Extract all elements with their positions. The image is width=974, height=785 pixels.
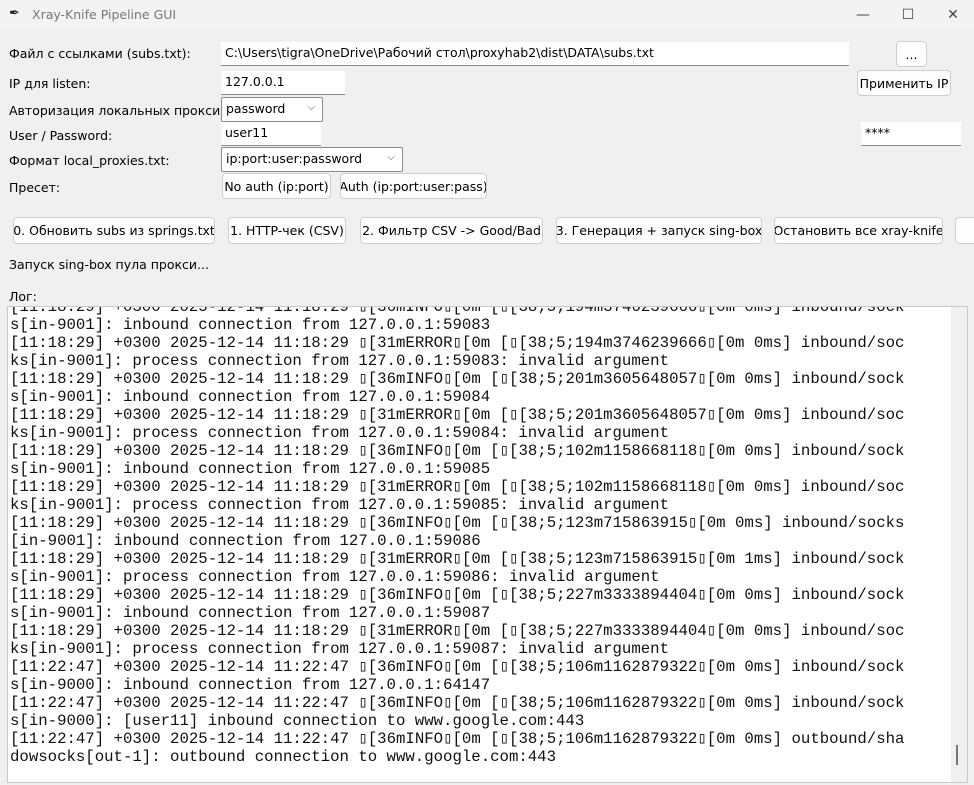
auth-select-value: password [226, 101, 286, 116]
log-scrollbar[interactable] [951, 307, 967, 782]
browse-button[interactable]: ... [896, 41, 927, 67]
log-line: [11:18:29] +0300 2025-12-14 11:18:29 ▯[3… [10, 622, 905, 640]
status-text: Запуск sing-box пула прокси... [9, 257, 209, 272]
feather-app-icon: ✒ [9, 6, 20, 21]
preset-label: Пресет: [9, 180, 61, 195]
log-line: [11:18:29] +0300 2025-12-14 11:18:29 ▯[3… [10, 306, 905, 316]
ip-label: IP для listen: [9, 76, 91, 91]
log-line: s[in-9001]: inbound connection from 127.… [10, 388, 491, 406]
window-title: Xray-Knife Pipeline GUI [32, 7, 177, 22]
apply-ip-button[interactable]: Применить IP [857, 70, 951, 96]
log-line: ks[in-9001]: process connection from 127… [10, 352, 669, 370]
log-line: [11:18:29] +0300 2025-12-14 11:18:29 ▯[3… [10, 406, 905, 424]
chevron-down-icon: ⌵ [307, 102, 315, 113]
user-input[interactable]: user11 [221, 122, 321, 146]
http-check-button[interactable]: 1. HTTP-чек (CSV) [228, 217, 346, 244]
log-line: s[in-9001]: inbound connection from 127.… [10, 460, 491, 478]
log-line: ks[in-9001]: process connection from 127… [10, 496, 669, 514]
format-label: Формат local_proxies.txt: [9, 153, 170, 168]
format-select[interactable]: ip:port:user:password ⌵ [221, 147, 403, 172]
log-line: [11:22:47] +0300 2025-12-14 11:22:47 ▯[3… [10, 694, 905, 712]
log-line: [11:18:29] +0300 2025-12-14 11:18:29 ▯[3… [10, 586, 905, 604]
user-password-label: User / Password: [9, 128, 113, 143]
log-line: ks[in-9001]: process connection from 127… [10, 640, 669, 658]
update-subs-button[interactable]: 0. Обновить subs из springs.txt [13, 217, 215, 244]
log-line: [11:18:29] +0300 2025-12-14 11:18:29 ▯[3… [10, 370, 905, 388]
log-line: s[in-9001]: inbound connection from 127.… [10, 604, 491, 622]
log-line: [11:18:29] +0300 2025-12-14 11:18:29 ▯[3… [10, 550, 905, 568]
log-label: Лог: [9, 289, 37, 304]
log-textarea[interactable]: [11:18:29] +0300 2025-12-14 11:18:29 ▯[3… [7, 306, 968, 783]
log-line: s[in-9000]: inbound connection from 127.… [10, 676, 491, 694]
log-line: dowsocks[out-1]: outbound connection to … [10, 748, 557, 766]
log-line: ks[in-9001]: process connection from 127… [10, 424, 669, 442]
stop-xray-button[interactable]: Остановить все xray-knife [774, 217, 943, 244]
auth-select[interactable]: password ⌵ [221, 97, 323, 122]
filter-csv-button[interactable]: 2. Фильтр CSV -> Good/Bad [360, 217, 543, 244]
log-line: [11:22:47] +0300 2025-12-14 11:22:47 ▯[3… [10, 658, 905, 676]
log-line: [11:18:29] +0300 2025-12-14 11:18:29 ▯[3… [10, 478, 905, 496]
chevron-down-icon: ⌵ [387, 152, 395, 163]
log-line: [11:22:47] +0300 2025-12-14 11:22:47 ▯[3… [10, 730, 905, 748]
minimize-button[interactable]: — [840, 0, 886, 29]
preset-auth-button[interactable]: Auth (ip:port:user:pass) [340, 173, 487, 199]
preset-noauth-button[interactable]: No auth (ip:port) [222, 173, 331, 199]
format-select-value: ip:port:user:password [226, 151, 363, 166]
overflow-button[interactable] [955, 217, 974, 244]
ip-input[interactable]: 127.0.0.1 [221, 71, 345, 95]
log-line: [11:18:29] +0300 2025-12-14 11:18:29 ▯[3… [10, 334, 905, 352]
log-line: [11:18:29] +0300 2025-12-14 11:18:29 ▯[3… [10, 442, 905, 460]
password-input[interactable]: **** [861, 122, 961, 146]
log-line: s[in-9001]: process connection from 127.… [10, 568, 660, 586]
generate-run-button[interactable]: 3. Генерация + запуск sing-box [556, 217, 762, 244]
subs-file-input[interactable]: C:\Users\tigra\OneDrive\Рабочий стол\pro… [221, 42, 849, 66]
close-button[interactable]: ✕ [930, 0, 974, 29]
log-line: [11:18:29] +0300 2025-12-14 11:18:29 ▯[3… [10, 514, 905, 532]
maximize-button[interactable]: ☐ [885, 0, 931, 29]
log-line: s[in-9000]: [user11] inbound connection … [10, 712, 585, 730]
log-line: [in-9001]: inbound connection from 127.0… [10, 532, 481, 550]
log-lines: [11:18:29] +0300 2025-12-14 11:18:29 ▯[3… [10, 306, 905, 766]
log-scrollbar-thumb[interactable] [956, 745, 958, 765]
auth-label: Авторизация локальных прокси: [9, 103, 225, 118]
log-line: s[in-9001]: inbound connection from 127.… [10, 316, 491, 334]
subs-file-label: Файл с ссылками (subs.txt): [9, 46, 191, 61]
